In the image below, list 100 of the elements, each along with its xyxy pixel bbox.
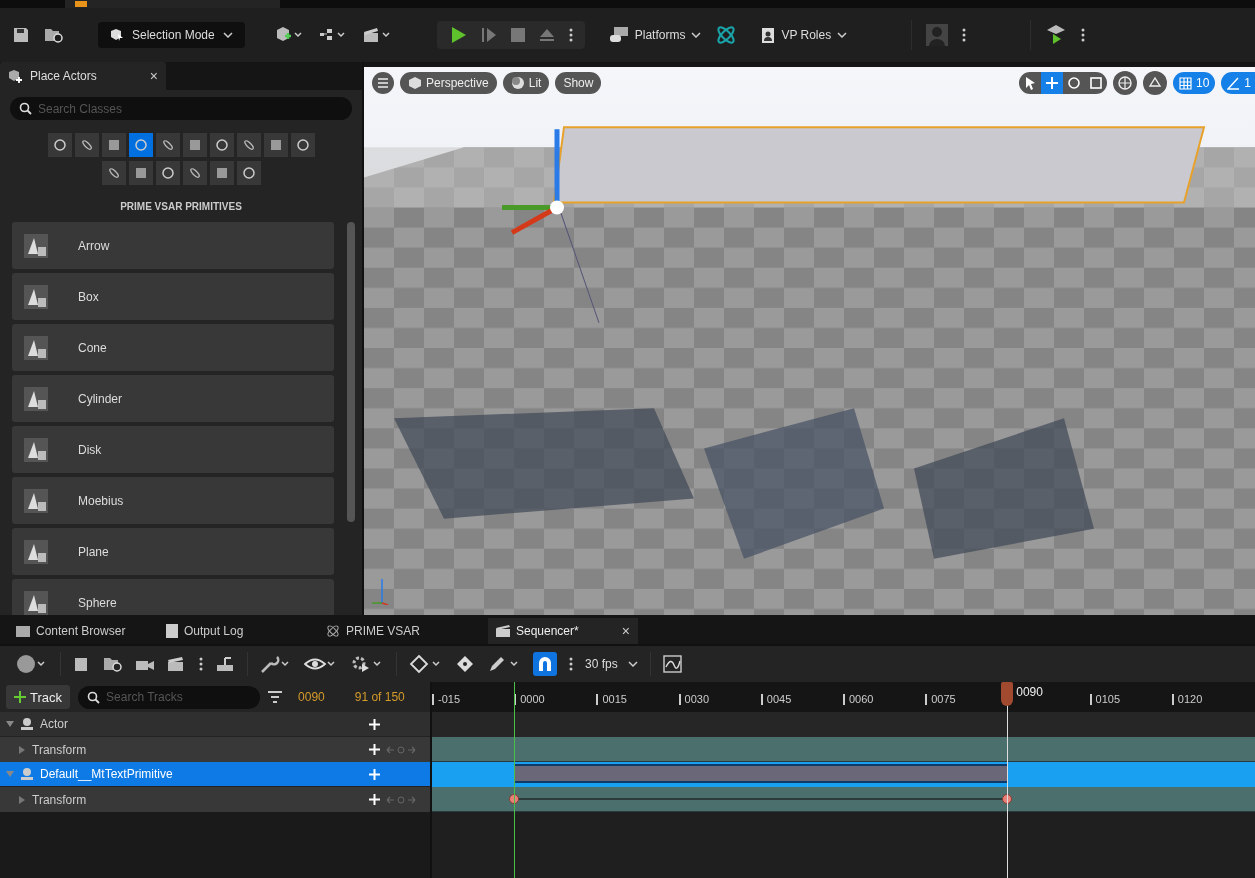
category-button[interactable] bbox=[47, 133, 72, 157]
snap-button[interactable] bbox=[533, 652, 557, 676]
filter-icon[interactable] bbox=[268, 691, 283, 703]
category-button[interactable] bbox=[128, 133, 153, 157]
rotate-icon bbox=[1067, 77, 1080, 89]
section-heading: PRIME VSAR PRIMITIVES bbox=[119, 200, 243, 214]
more-icon[interactable] bbox=[199, 657, 203, 671]
primitive-icon bbox=[24, 590, 48, 615]
actor-icon bbox=[20, 767, 34, 781]
add-cube-icon[interactable] bbox=[274, 26, 305, 44]
platforms-dropdown[interactable]: Platforms bbox=[608, 26, 702, 44]
category-button[interactable] bbox=[128, 161, 153, 185]
track-row[interactable]: Transform bbox=[0, 787, 430, 812]
close-button[interactable]: × bbox=[621, 623, 630, 639]
category-button[interactable] bbox=[263, 133, 288, 157]
category-button[interactable] bbox=[236, 133, 261, 157]
menu-icon[interactable] bbox=[372, 72, 394, 94]
category-button[interactable] bbox=[290, 133, 315, 157]
atom-icon[interactable] bbox=[715, 24, 738, 46]
actor-list-item[interactable]: Moebius bbox=[12, 477, 334, 524]
pencil-icon[interactable] bbox=[487, 654, 521, 674]
clapperboard-icon[interactable] bbox=[362, 26, 393, 44]
globe-icon[interactable] bbox=[1112, 71, 1137, 95]
stop-icon[interactable] bbox=[510, 28, 525, 42]
move-icon bbox=[1045, 77, 1058, 89]
category-button[interactable] bbox=[101, 133, 126, 157]
folder-search-icon[interactable] bbox=[103, 655, 123, 673]
actor-list-item[interactable]: Disk bbox=[12, 426, 334, 473]
ruler-tick-label: 0120 bbox=[1171, 694, 1203, 705]
actor-list-item[interactable]: Box bbox=[12, 273, 334, 320]
primitive-icon bbox=[24, 233, 48, 258]
save-icon[interactable] bbox=[12, 26, 30, 44]
cube-icon bbox=[216, 168, 227, 178]
category-button[interactable] bbox=[101, 161, 126, 185]
close-button[interactable]: × bbox=[149, 68, 158, 84]
track-row[interactable]: Actor bbox=[0, 712, 430, 737]
surface-snap-icon[interactable] bbox=[1142, 71, 1167, 95]
folder-search-icon[interactable] bbox=[44, 26, 64, 44]
category-button[interactable] bbox=[236, 161, 261, 185]
category-button[interactable] bbox=[182, 133, 207, 157]
panel-tab[interactable]: Sequencer* × bbox=[488, 618, 638, 644]
caret-icon bbox=[837, 32, 848, 38]
panel-tab[interactable]: Output Log bbox=[158, 618, 308, 644]
actor-list-item[interactable]: Arrow bbox=[12, 222, 334, 269]
primitive-icon bbox=[24, 437, 48, 462]
actor-list-item[interactable]: Cone bbox=[12, 324, 334, 371]
primitive-icon bbox=[24, 335, 48, 360]
add-cube-icon bbox=[8, 69, 22, 83]
category-button[interactable] bbox=[155, 133, 180, 157]
diamond-icon[interactable] bbox=[409, 654, 443, 674]
add-icon[interactable] bbox=[369, 794, 380, 805]
scrollbar[interactable] bbox=[347, 222, 355, 522]
place-actors-tab[interactable]: Place Actors × bbox=[0, 62, 166, 90]
caret-icon[interactable] bbox=[18, 745, 26, 754]
category-button[interactable] bbox=[209, 133, 234, 157]
caret-icon[interactable] bbox=[18, 795, 26, 804]
more-icon[interactable] bbox=[1081, 28, 1086, 42]
vp-roles-dropdown[interactable]: VP Roles bbox=[761, 26, 848, 44]
gear-icon[interactable] bbox=[350, 654, 384, 674]
category-button[interactable] bbox=[74, 133, 99, 157]
globe-icon[interactable] bbox=[16, 654, 48, 674]
playhead-frame: 0090 bbox=[1016, 685, 1043, 699]
search-icon bbox=[87, 690, 101, 704]
eject-icon[interactable] bbox=[538, 28, 555, 42]
caret-icon bbox=[691, 32, 702, 38]
track-row[interactable]: Transform bbox=[0, 737, 430, 762]
curve-editor-icon[interactable] bbox=[662, 655, 683, 673]
more-icon[interactable] bbox=[569, 657, 573, 671]
more-icon[interactable] bbox=[568, 28, 573, 42]
category-button[interactable] bbox=[182, 161, 207, 185]
key-icon[interactable] bbox=[455, 654, 475, 674]
add-icon[interactable] bbox=[369, 718, 380, 730]
ruler-tick-label: 0030 bbox=[678, 694, 710, 705]
transform-tool-button[interactable] bbox=[1040, 72, 1063, 94]
panel-tab[interactable]: Content Browser bbox=[8, 618, 158, 644]
level-icon bbox=[75, 1, 87, 7]
wrench-icon[interactable] bbox=[260, 654, 292, 674]
search-field[interactable]: Search Classes bbox=[10, 97, 352, 120]
selection-mode-dropdown[interactable]: Selection Mode bbox=[98, 22, 245, 48]
caret-icon[interactable] bbox=[6, 720, 14, 728]
panel-tab[interactable]: PRIME VSAR bbox=[318, 618, 468, 644]
category-button[interactable] bbox=[209, 161, 234, 185]
viewport-button[interactable]: Show bbox=[555, 72, 602, 94]
actor-list-item[interactable]: Sphere bbox=[12, 579, 334, 615]
cube-icon bbox=[189, 140, 200, 150]
actor-list-item[interactable]: Cylinder bbox=[12, 375, 334, 422]
category-button[interactable] bbox=[155, 161, 180, 185]
playhead[interactable] bbox=[1001, 682, 1014, 706]
add-track-button[interactable]: Track bbox=[6, 685, 71, 709]
fps-dropdown[interactable]: 30 fps bbox=[585, 657, 638, 671]
actor-list-item[interactable]: Plane bbox=[12, 528, 334, 575]
angle-snap-button[interactable]: 1 bbox=[1221, 72, 1255, 94]
step-forward-icon[interactable] bbox=[480, 27, 497, 43]
orbit-icon bbox=[188, 167, 201, 179]
more-icon[interactable] bbox=[962, 28, 967, 42]
search-field[interactable]: Search Tracks bbox=[78, 685, 261, 709]
ruler-tick-label: 0075 bbox=[925, 694, 956, 705]
add-icon[interactable] bbox=[369, 744, 380, 755]
circle-icon bbox=[215, 139, 228, 151]
viewport-button[interactable]: Perspective bbox=[400, 72, 497, 94]
